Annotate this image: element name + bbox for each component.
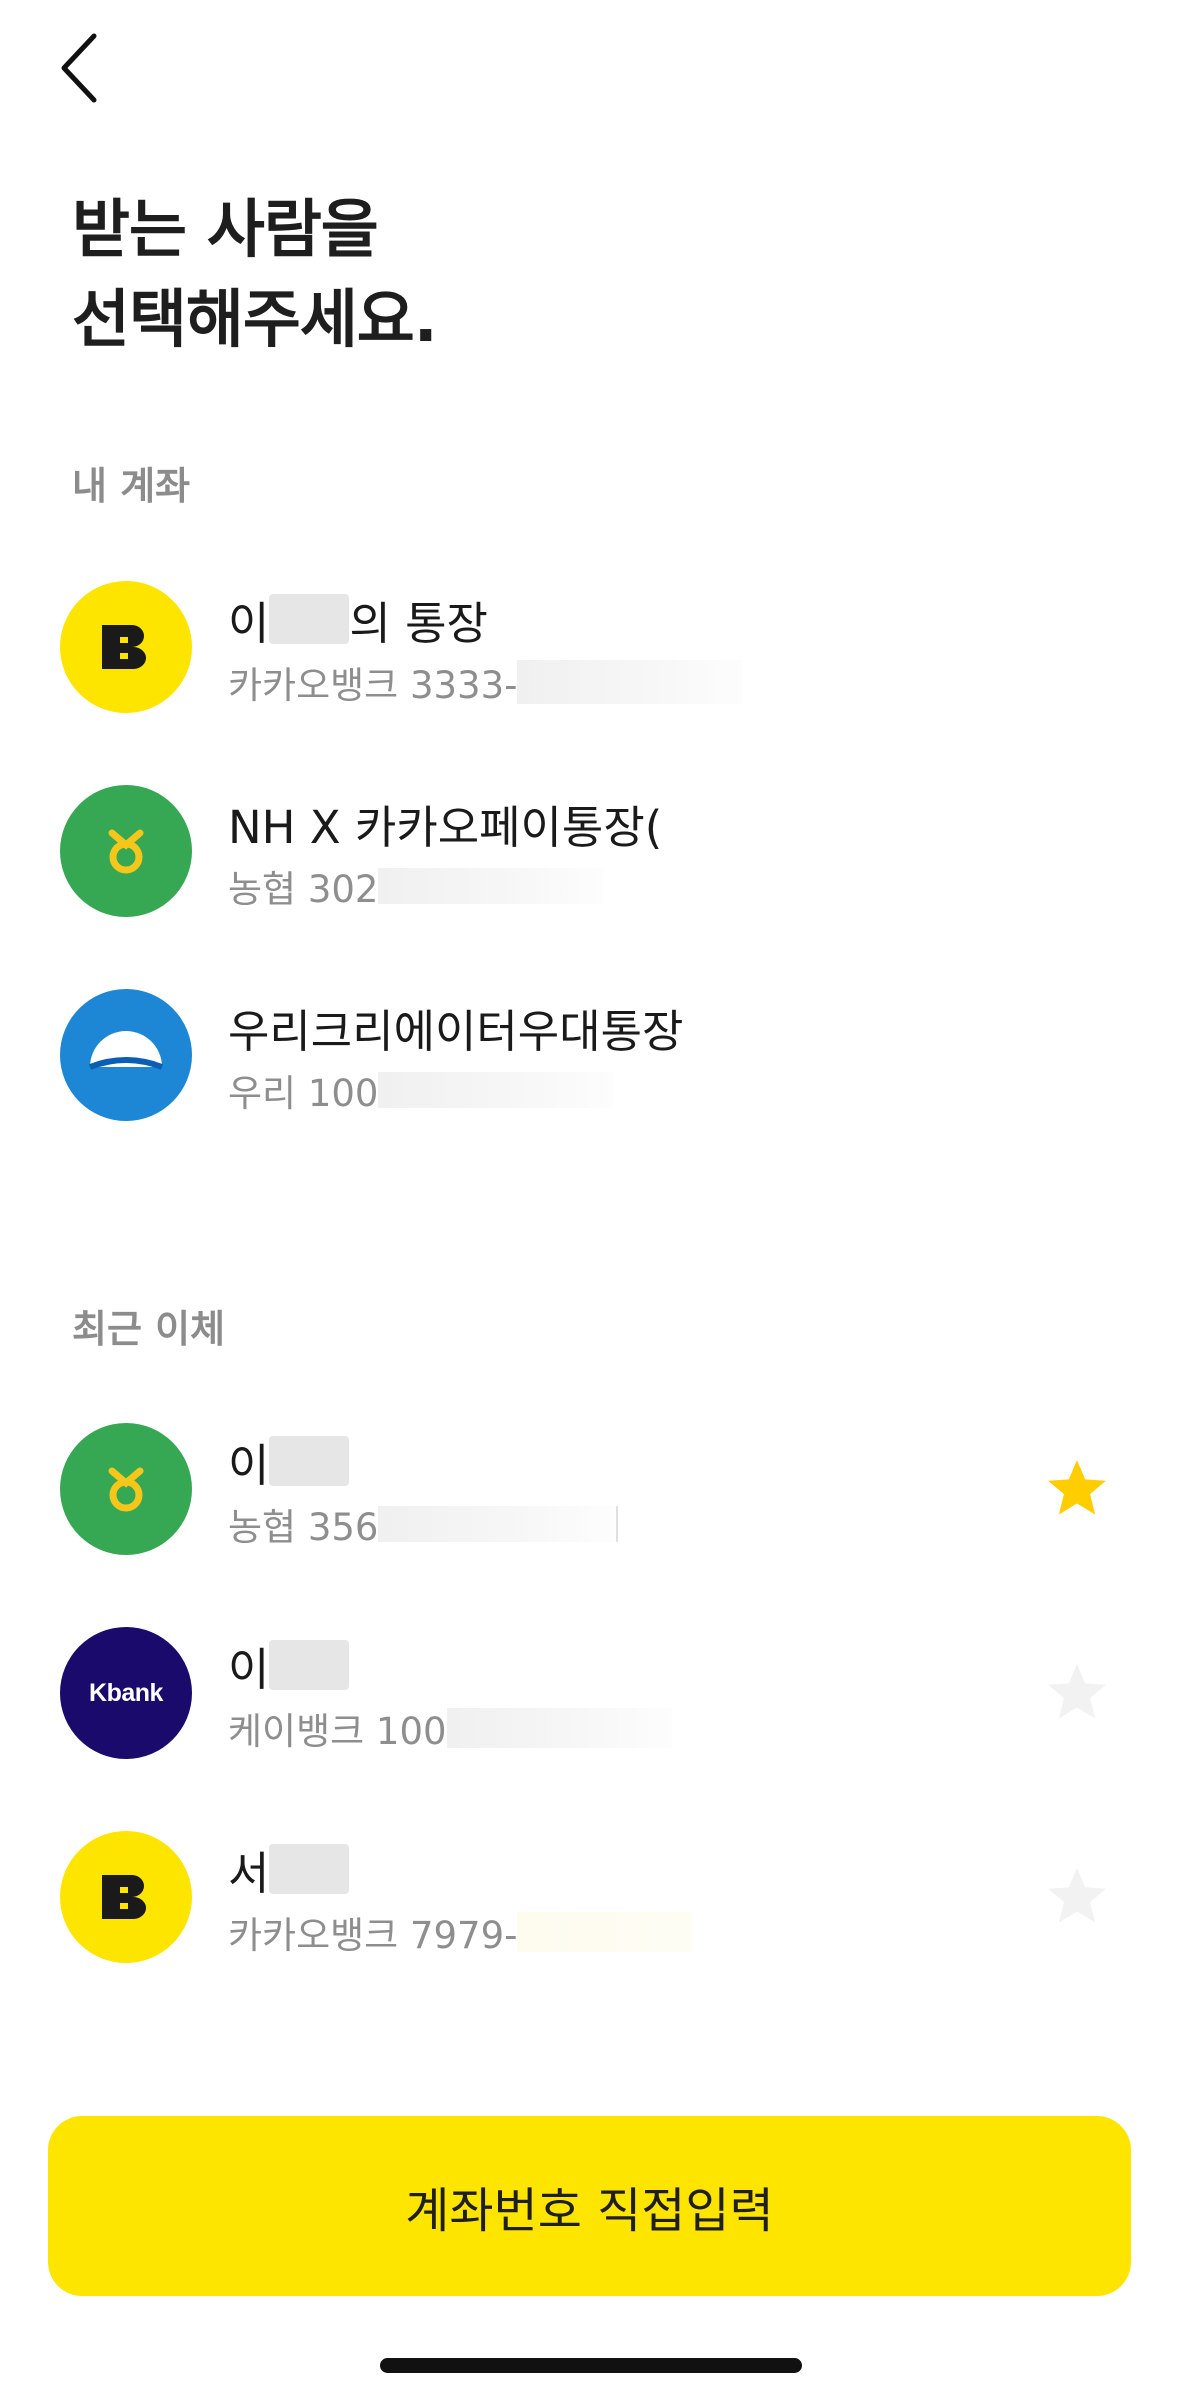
masked-account-number (378, 1506, 619, 1542)
masked-name (269, 594, 350, 644)
home-indicator (380, 2358, 802, 2373)
nh-bank-logo-icon (60, 785, 192, 917)
account-row-nh[interactable]: NH X 카카오페이통장( 농협 302 (0, 762, 1179, 942)
nh-bank-logo-icon (60, 1423, 192, 1555)
section-label-recent-transfers: 최근 이체 (72, 1307, 226, 1351)
masked-account-number (378, 1072, 614, 1108)
section-label-my-accounts: 내 계좌 (72, 464, 191, 508)
recent-row-kakaobank[interactable]: 서 카카오뱅크 7979- (0, 1808, 1179, 1988)
account-name-prefix: 이 (228, 596, 270, 650)
masked-account-number (517, 1912, 693, 1952)
kbank-logo-text: Kbank (89, 1678, 163, 1707)
account-name-suffix: 의 통장 (349, 596, 488, 650)
account-number: 농협 302 (228, 862, 604, 911)
recipient-name: 서 (228, 1838, 350, 1900)
account-number-prefix: 카카오뱅크 3333- (228, 664, 518, 707)
masked-account-number (517, 660, 743, 704)
kakaobank-logo-icon (60, 581, 192, 713)
account-number: 농협 356 (228, 1500, 619, 1549)
kbank-logo-icon: Kbank (60, 1627, 192, 1759)
account-name: 이 의 통장 (228, 588, 488, 650)
recipient-name: 이 (228, 1634, 350, 1696)
kakaobank-logo-icon (60, 1831, 192, 1963)
account-number: 케이뱅크 100 (228, 1704, 672, 1753)
account-number-prefix: 우리 100 (228, 1072, 379, 1115)
favorite-star-icon[interactable] (1043, 1863, 1111, 1931)
account-number-prefix: 농협 356 (228, 1506, 379, 1549)
direct-account-input-button[interactable]: 계좌번호 직접입력 (48, 2116, 1131, 2296)
chevron-left-icon (61, 33, 97, 103)
account-number-prefix: 카카오뱅크 7979- (228, 1914, 518, 1957)
recipient-name-prefix: 서 (228, 1846, 270, 1900)
account-name: 우리크리에이터우대통장 (228, 996, 683, 1058)
account-number-prefix: 케이뱅크 100 (228, 1710, 447, 1753)
masked-name (269, 1436, 350, 1486)
account-name: NH X 카카오페이통장( (228, 792, 662, 854)
recipient-name-prefix: 이 (228, 1642, 270, 1696)
account-number-prefix: 농협 302 (228, 868, 379, 911)
page-title-line-1: 받는 사람을 (72, 193, 379, 266)
recent-row-nh[interactable]: 이 농협 356 (0, 1400, 1179, 1580)
favorite-star-icon[interactable] (1043, 1455, 1111, 1523)
account-name-prefix: 우리크리에이터우대통장 (228, 1004, 684, 1058)
recipient-name: 이 (228, 1430, 350, 1492)
recipient-name-prefix: 이 (228, 1438, 270, 1492)
masked-name (269, 1844, 350, 1894)
woori-bank-logo-icon (60, 989, 192, 1121)
page-title-line-2: 선택해주세요. (72, 283, 438, 356)
account-row-woori[interactable]: 우리크리에이터우대통장 우리 100 (0, 966, 1179, 1146)
masked-name (269, 1640, 350, 1690)
back-button[interactable] (52, 28, 112, 108)
recent-row-kbank[interactable]: Kbank 이 케이뱅크 100 (0, 1604, 1179, 1784)
favorite-star-icon[interactable] (1043, 1659, 1111, 1727)
account-number: 카카오뱅크 7979- (228, 1908, 693, 1957)
account-number: 우리 100 (228, 1066, 614, 1115)
account-name-prefix: NH X 카카오페이통장( (228, 800, 663, 854)
account-row-kakaobank[interactable]: 이 의 통장 카카오뱅크 3333- (0, 558, 1179, 738)
masked-account-number (446, 1708, 672, 1748)
page-title: 받는 사람을 선택해주세요. (72, 185, 438, 365)
account-number: 카카오뱅크 3333- (228, 658, 743, 707)
masked-account-number (378, 868, 604, 904)
